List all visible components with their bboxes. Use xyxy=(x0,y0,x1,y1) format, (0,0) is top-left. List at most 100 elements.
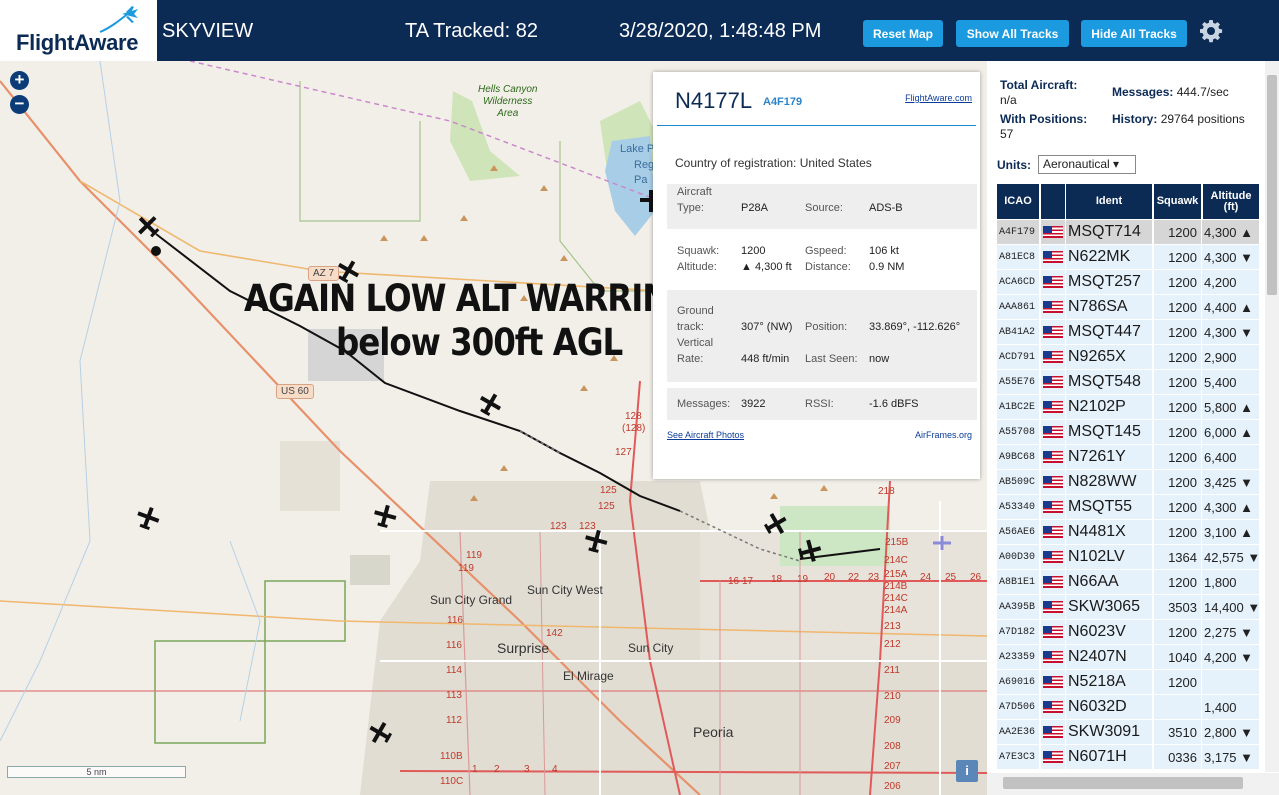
table-row[interactable]: AA395B SKW3065 3503 14,400 ▼ xyxy=(997,595,1260,620)
source-label: Source: xyxy=(805,202,843,214)
icao-cell: AB509C xyxy=(997,470,1039,494)
table-row[interactable]: A53340 MSQT55 1200 4,300 ▲ xyxy=(997,495,1260,520)
ident-cell: N5218A xyxy=(1066,670,1152,694)
hells-canyon-label: Hells Canyon Wilderness Area xyxy=(478,84,538,119)
altitude-cell xyxy=(1202,670,1259,694)
table-row[interactable]: A1BC2E N2102P 1200 5,800 ▲ xyxy=(997,395,1260,420)
road-number: 17 xyxy=(742,576,754,587)
road-number: 2 xyxy=(494,764,500,775)
table-row[interactable]: ACA6CD MSQT257 1200 4,200 xyxy=(997,270,1260,295)
squawk-cell: 1200 xyxy=(1154,470,1201,494)
table-row[interactable]: A7D506 N6032D 1,400 xyxy=(997,695,1260,720)
ident-cell: N66AA xyxy=(1066,570,1152,594)
map-attribution-button[interactable]: i xyxy=(956,760,978,782)
table-row[interactable]: AB509C N828WW 1200 3,425 ▼ xyxy=(997,470,1260,495)
see-aircraft-photos-link[interactable]: See Aircraft Photos xyxy=(667,430,744,440)
altitude-cell: 3,100 ▲ xyxy=(1202,520,1259,544)
flag-cell xyxy=(1041,345,1065,369)
ident-cell: MSQT447 xyxy=(1066,320,1152,344)
horizontal-scroll-thumb[interactable] xyxy=(1003,777,1243,789)
zoom-in-button[interactable]: + xyxy=(10,71,29,90)
us-flag-icon xyxy=(1043,576,1063,588)
col-flag[interactable] xyxy=(1041,184,1065,219)
flag-cell xyxy=(1041,520,1065,544)
messages-stat: Messages: 444.7/sec xyxy=(1112,85,1262,100)
flightaware-logo[interactable]: FlightAware xyxy=(0,0,157,61)
panel-vertical-scrollbar[interactable] xyxy=(1265,61,1279,772)
vertical-scroll-thumb[interactable] xyxy=(1267,75,1277,295)
reset-map-button[interactable]: Reset Map xyxy=(863,20,943,47)
table-row[interactable]: A81EC8 N622MK 1200 4,300 ▼ xyxy=(997,245,1260,270)
road-number: 16 xyxy=(728,576,740,587)
col-squawk[interactable]: Squawk xyxy=(1154,184,1201,219)
us-flag-icon xyxy=(1043,226,1063,238)
ident-cell: N4481X xyxy=(1066,520,1152,544)
table-row[interactable]: A7E3C3 N6071H 0336 3,175 ▼ xyxy=(997,745,1260,770)
table-row[interactable]: A00D30 N102LV 1364 42,575 ▼ xyxy=(997,545,1260,570)
hide-all-tracks-button[interactable]: Hide All Tracks xyxy=(1081,20,1187,47)
aircraft-list-panel: Total Aircraft: n/a With Positions: 57 M… xyxy=(987,61,1279,795)
table-row[interactable]: A7D182 N6023V 1200 2,275 ▼ xyxy=(997,620,1260,645)
ident-cell: MSQT714 xyxy=(1066,220,1152,244)
table-row[interactable]: AB41A2 MSQT447 1200 4,300 ▼ xyxy=(997,320,1260,345)
icao-cell: A9BC68 xyxy=(997,445,1039,469)
col-altitude[interactable]: Altitude (ft) xyxy=(1203,184,1259,219)
table-row[interactable]: A4F179 MSQT714 1200 4,300 ▲ xyxy=(997,220,1260,245)
distance-label: Distance: xyxy=(805,261,851,273)
popup-country: Country of registration: United States xyxy=(675,156,872,170)
airframes-link[interactable]: AirFrames.org xyxy=(915,430,972,440)
flightaware-link[interactable]: FlightAware.com xyxy=(905,93,972,103)
flag-cell xyxy=(1041,370,1065,394)
road-number: 128 xyxy=(625,411,642,422)
us-flag-icon xyxy=(1043,651,1063,663)
altitude-cell: 2,800 ▼ xyxy=(1202,720,1259,744)
us-flag-icon xyxy=(1043,501,1063,513)
icao-cell: A81EC8 xyxy=(997,245,1039,269)
zoom-out-button[interactable]: − xyxy=(10,95,29,114)
gspeed-label: Gspeed: xyxy=(805,245,847,257)
squawk-cell: 1200 xyxy=(1154,520,1201,544)
lake-reg-label: Reg xyxy=(634,159,655,171)
gear-icon[interactable] xyxy=(1199,19,1223,43)
messages-rate-label: Messages: xyxy=(1112,85,1174,99)
table-row[interactable]: AAA861 N786SA 1200 4,400 ▲ xyxy=(997,295,1260,320)
road-number: 142 xyxy=(546,628,563,639)
road-number: 110B xyxy=(440,751,463,762)
table-row[interactable]: A55E76 MSQT548 1200 5,400 xyxy=(997,370,1260,395)
road-number: 119 xyxy=(466,550,482,561)
road-number: 3 xyxy=(524,764,530,775)
altitude-cell: 4,200 xyxy=(1202,270,1259,294)
altitude-cell: 14,400 ▼ xyxy=(1202,595,1259,619)
flag-cell xyxy=(1041,570,1065,594)
country-value: United States xyxy=(799,156,872,170)
road-number: (128) xyxy=(622,423,646,434)
flag-cell xyxy=(1041,445,1065,469)
table-row[interactable]: A23359 N2407N 1040 4,200 ▼ xyxy=(997,645,1260,670)
table-row[interactable]: A55708 MSQT145 1200 6,000 ▲ xyxy=(997,420,1260,445)
history-label: History: xyxy=(1112,112,1158,126)
road-number: 209 xyxy=(884,715,901,726)
show-all-tracks-button[interactable]: Show All Tracks xyxy=(956,20,1069,47)
col-icao[interactable]: ICAO xyxy=(997,184,1039,219)
table-row[interactable]: AA2E36 SKW3091 3510 2,800 ▼ xyxy=(997,720,1260,745)
with-positions-stat: With Positions: 57 xyxy=(1000,112,1108,142)
table-row[interactable]: A9BC68 N7261Y 1200 6,400 xyxy=(997,445,1260,470)
col-ident[interactable]: Ident xyxy=(1066,184,1152,219)
table-row[interactable]: A8B1E1 N66AA 1200 1,800 xyxy=(997,570,1260,595)
popup-icao: A4F179 xyxy=(763,96,803,108)
road-number: 214C xyxy=(884,555,908,566)
table-row[interactable]: A69016 N5218A 1200 xyxy=(997,670,1260,695)
us-flag-icon xyxy=(1043,351,1063,363)
units-select[interactable]: Aeronautical ▾ xyxy=(1038,155,1136,174)
squawk-cell: 1200 xyxy=(1154,670,1201,694)
squawk-cell: 1364 xyxy=(1154,545,1201,569)
flag-cell xyxy=(1041,645,1065,669)
table-row[interactable]: ACD791 N9265X 1200 2,900 xyxy=(997,345,1260,370)
ident-cell: N828WW xyxy=(1066,470,1152,494)
altitude-cell: 6,000 ▲ xyxy=(1202,420,1259,444)
popup-divider xyxy=(657,125,976,126)
panel-horizontal-scrollbar[interactable] xyxy=(987,773,1279,795)
table-row[interactable]: A56AE6 N4481X 1200 3,100 ▲ xyxy=(997,520,1260,545)
ident-cell: SKW3091 xyxy=(1066,720,1152,744)
ground-track-label: Ground track: xyxy=(677,305,714,333)
